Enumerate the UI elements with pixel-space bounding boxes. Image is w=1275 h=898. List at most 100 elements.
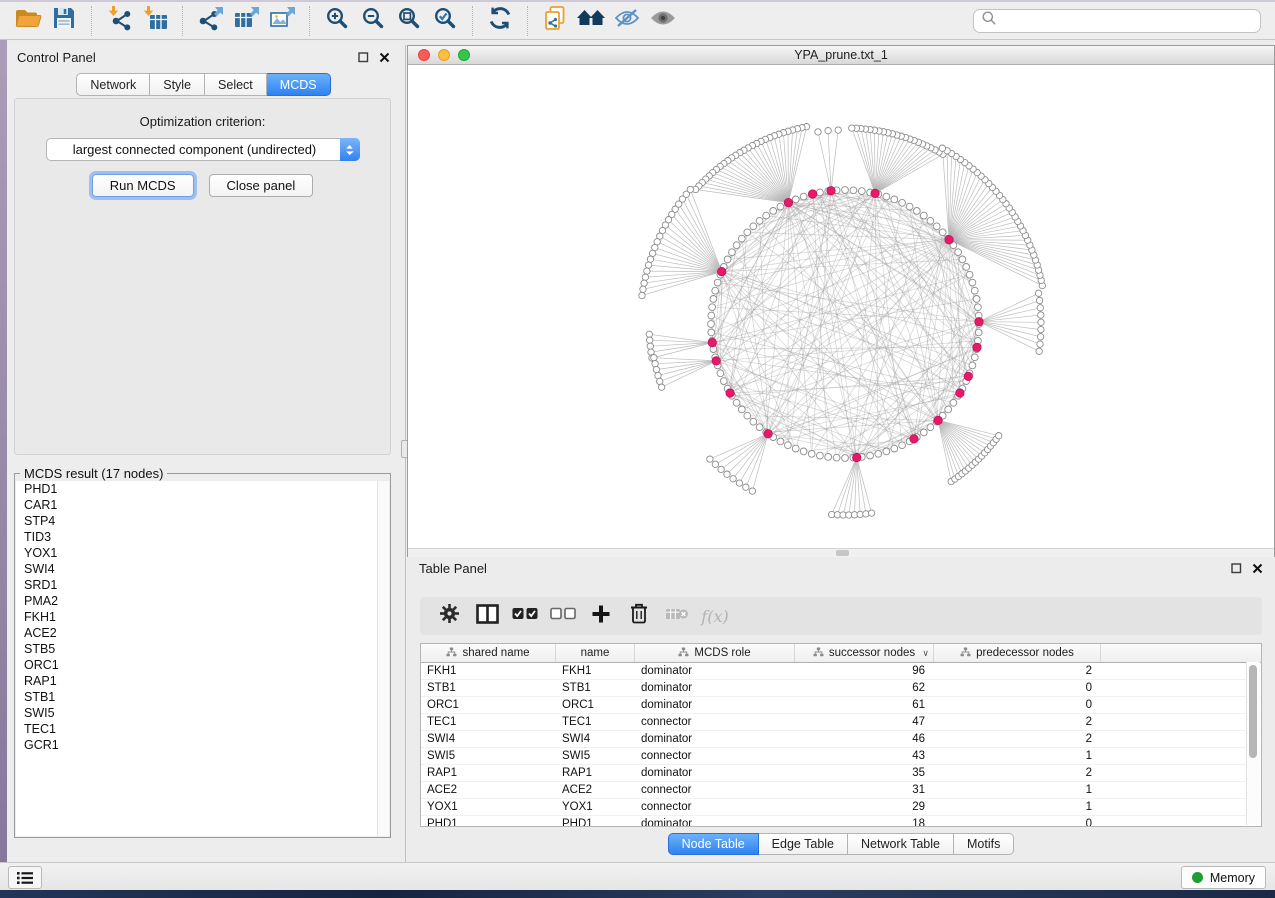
delete-rows-button[interactable] bbox=[620, 601, 658, 631]
tab-node-table[interactable]: Node Table bbox=[668, 833, 759, 855]
copy-share-document-button[interactable] bbox=[537, 5, 573, 37]
import-table-button[interactable] bbox=[137, 5, 173, 37]
table-cell: RAP1 bbox=[421, 767, 556, 779]
table-cell: 1 bbox=[934, 784, 1101, 796]
search-input[interactable] bbox=[997, 11, 1260, 31]
table-row[interactable]: PHD1PHD1dominator180 bbox=[421, 816, 1261, 827]
select-all-checks-button[interactable] bbox=[506, 601, 544, 631]
fx-icon: f(x) bbox=[701, 607, 728, 626]
mcds-result-item[interactable]: SRD1 bbox=[16, 577, 389, 593]
export-network-button[interactable] bbox=[192, 5, 228, 37]
table-cell: 61 bbox=[795, 699, 934, 711]
table-scrollbar[interactable] bbox=[1246, 662, 1260, 825]
search-box[interactable] bbox=[973, 9, 1261, 33]
mcds-result-item[interactable]: SWI5 bbox=[16, 705, 389, 721]
table-row[interactable]: ACE2ACE2connector311 bbox=[421, 782, 1261, 799]
tree-icon bbox=[446, 647, 457, 660]
refresh-layout-button[interactable] bbox=[482, 5, 518, 37]
show-all-button[interactable] bbox=[645, 5, 681, 37]
zoom-fit-button[interactable] bbox=[391, 5, 427, 37]
mcds-result-item[interactable]: STP4 bbox=[16, 513, 389, 529]
task-history-button[interactable] bbox=[8, 866, 42, 889]
mcds-result-item[interactable]: ORC1 bbox=[16, 657, 389, 673]
mcds-result-item[interactable]: PMA2 bbox=[16, 593, 389, 609]
tab-network[interactable]: Network bbox=[76, 73, 150, 96]
result-scrollbar[interactable] bbox=[377, 481, 389, 836]
column-header-name[interactable]: name bbox=[556, 644, 635, 662]
network-window-titlebar[interactable]: YPA_prune.txt_1 bbox=[408, 46, 1274, 65]
table-cell: dominator bbox=[635, 665, 795, 677]
table-cell: STB1 bbox=[421, 682, 556, 694]
mcds-result-item[interactable]: STB1 bbox=[16, 689, 389, 705]
mcds-result-item[interactable]: SWI4 bbox=[16, 561, 389, 577]
table-row[interactable]: RAP1RAP1dominator352 bbox=[421, 765, 1261, 782]
close-window-icon[interactable] bbox=[418, 49, 430, 61]
mcds-result-item[interactable]: YOX1 bbox=[16, 545, 389, 561]
table-row[interactable]: SWI4SWI4dominator462 bbox=[421, 731, 1261, 748]
table-row[interactable]: ORC1ORC1dominator610 bbox=[421, 697, 1261, 714]
table-cell: TEC1 bbox=[421, 716, 556, 728]
mcds-result-item[interactable]: PHD1 bbox=[16, 481, 389, 497]
mcds-result-item[interactable]: FKH1 bbox=[16, 609, 389, 625]
float-panel-icon[interactable] bbox=[358, 52, 369, 63]
import-network-icon bbox=[106, 5, 132, 36]
mcds-result-item[interactable]: GCR1 bbox=[16, 737, 389, 753]
criterion-select[interactable]: largest connected component (undirected) bbox=[46, 138, 360, 161]
create-column-button[interactable] bbox=[582, 601, 620, 631]
table-cell: 43 bbox=[795, 750, 934, 762]
mcds-result-list[interactable]: PHD1CAR1STP4TID3YOX1SWI4SRD1PMA2FKH1ACE2… bbox=[16, 481, 389, 836]
table-row[interactable]: SWI5SWI5connector431 bbox=[421, 748, 1261, 765]
mcds-result-item[interactable]: STB5 bbox=[16, 641, 389, 657]
column-header-shared-name[interactable]: shared name bbox=[421, 644, 556, 662]
network-canvas[interactable] bbox=[408, 65, 1274, 548]
first-neighbors-button[interactable] bbox=[573, 5, 609, 37]
zoom-out-button[interactable] bbox=[355, 5, 391, 37]
close-panel-icon[interactable] bbox=[379, 52, 390, 63]
save-session-button[interactable] bbox=[46, 5, 82, 37]
mcds-result-item[interactable]: ACE2 bbox=[16, 625, 389, 641]
column-header-mcds-role[interactable]: MCDS role bbox=[635, 644, 795, 662]
tab-mcds[interactable]: MCDS bbox=[267, 73, 331, 96]
mcds-result-item[interactable]: TID3 bbox=[16, 529, 389, 545]
zoom-in-button[interactable] bbox=[319, 5, 355, 37]
split-panel-button[interactable] bbox=[468, 601, 506, 631]
close-panel-button[interactable]: Close panel bbox=[209, 174, 314, 197]
hscroll-thumb[interactable] bbox=[836, 550, 849, 556]
eye-slash-icon bbox=[613, 6, 641, 35]
tab-network-table[interactable]: Network Table bbox=[848, 833, 954, 855]
table-row[interactable]: TEC1TEC1connector472 bbox=[421, 714, 1261, 731]
table-row[interactable]: YOX1YOX1connector291 bbox=[421, 799, 1261, 816]
table-row[interactable]: FKH1FKH1dominator962 bbox=[421, 663, 1261, 680]
export-table-button[interactable] bbox=[228, 5, 264, 37]
float-table-panel-icon[interactable] bbox=[1231, 563, 1242, 574]
mcds-result-item[interactable]: CAR1 bbox=[16, 497, 389, 513]
export-image-button[interactable] bbox=[264, 5, 300, 37]
column-header-successor-nodes[interactable]: successor nodes∨ bbox=[795, 644, 934, 662]
mcds-result-item[interactable]: RAP1 bbox=[16, 673, 389, 689]
clear-all-checks-button[interactable] bbox=[544, 601, 582, 631]
tab-edge-table[interactable]: Edge Table bbox=[759, 833, 848, 855]
column-settings-button[interactable] bbox=[430, 601, 468, 631]
table-cell: 2 bbox=[934, 767, 1101, 779]
table-row[interactable]: STB1STB1dominator620 bbox=[421, 680, 1261, 697]
tab-motifs[interactable]: Motifs bbox=[954, 833, 1014, 855]
tab-style[interactable]: Style bbox=[150, 73, 205, 96]
import-network-button[interactable] bbox=[101, 5, 137, 37]
save-icon bbox=[52, 6, 76, 35]
column-header-predecessor-nodes[interactable]: predecessor nodes bbox=[934, 644, 1101, 662]
column-label: MCDS role bbox=[694, 647, 750, 659]
table-cell: PHD1 bbox=[556, 818, 635, 827]
open-file-button[interactable] bbox=[10, 5, 46, 37]
zoom-selected-button[interactable] bbox=[427, 5, 463, 37]
minimize-window-icon[interactable] bbox=[438, 49, 450, 61]
memory-button[interactable]: Memory bbox=[1181, 866, 1266, 889]
run-mcds-button[interactable]: Run MCDS bbox=[92, 174, 194, 197]
tab-select[interactable]: Select bbox=[205, 73, 267, 96]
table-scroll-thumb[interactable] bbox=[1249, 665, 1257, 758]
control-panel-title: Control Panel bbox=[17, 50, 96, 65]
close-table-panel-icon[interactable] bbox=[1252, 563, 1263, 574]
hide-selected-button[interactable] bbox=[609, 5, 645, 37]
maximize-window-icon[interactable] bbox=[458, 49, 470, 61]
mcds-result-item[interactable]: TEC1 bbox=[16, 721, 389, 737]
table-cell: SWI5 bbox=[556, 750, 635, 762]
